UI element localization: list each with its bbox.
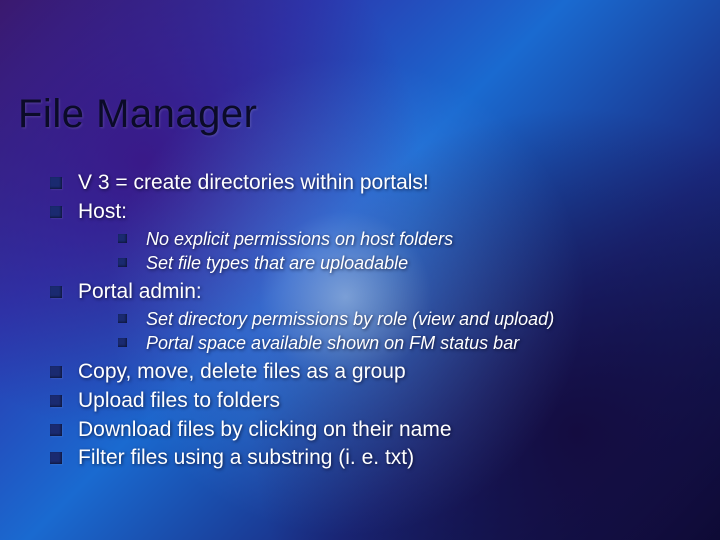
sub-bullet-item: No explicit permissions on host folders (116, 228, 680, 251)
sub-bullet-item: Portal space available shown on FM statu… (116, 332, 680, 355)
bullet-list: V 3 = create directories within portals!… (48, 170, 680, 472)
sub-list: Set directory permissions by role (view … (78, 308, 680, 355)
slide-title: File Manager (18, 92, 257, 137)
slide-body: V 3 = create directories within portals!… (48, 170, 680, 474)
sub-list: No explicit permissions on host folders … (78, 228, 680, 275)
sub-bullet-item: Set file types that are uploadable (116, 252, 680, 275)
bullet-item: Host: No explicit permissions on host fo… (48, 199, 680, 275)
bullet-text: Portal admin: (78, 280, 202, 303)
bullet-item: V 3 = create directories within portals! (48, 170, 680, 197)
bullet-item: Download files by clicking on their name (48, 417, 680, 444)
bullet-item: Filter files using a substring (i. e. tx… (48, 445, 680, 472)
sub-bullet-item: Set directory permissions by role (view … (116, 308, 680, 331)
bullet-item: Portal admin: Set directory permissions … (48, 279, 680, 355)
slide: File Manager V 3 = create directories wi… (0, 0, 720, 540)
bullet-item: Upload files to folders (48, 388, 680, 415)
bullet-text: Host: (78, 200, 127, 223)
bullet-item: Copy, move, delete files as a group (48, 359, 680, 386)
